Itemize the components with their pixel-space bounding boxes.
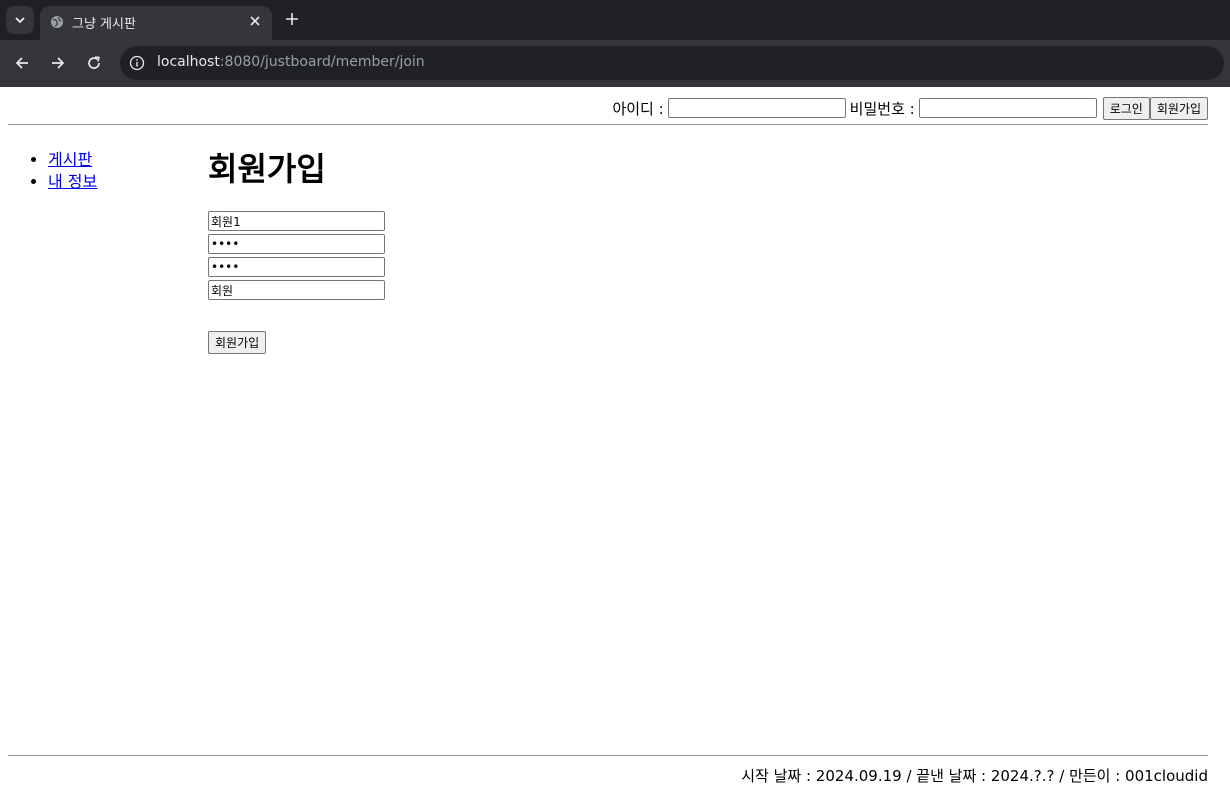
main-content: 회원가입 회원가입 xyxy=(208,147,385,354)
browser-tab[interactable]: 그냥 게시판 xyxy=(40,6,272,40)
footer-divider xyxy=(8,755,1208,756)
id-label: 아이디 : xyxy=(612,99,664,118)
name-input[interactable] xyxy=(208,280,385,300)
arrow-right-icon[interactable] xyxy=(47,52,69,74)
arrow-left-icon[interactable] xyxy=(11,52,33,74)
join-submit-button[interactable]: 회원가입 xyxy=(208,331,267,354)
footer-text: 시작 날짜 : 2024.09.19 / 끝낸 날짜 : 2024.?.? / … xyxy=(741,767,1208,785)
login-bar: 아이디 : 비밀번호 : 로그인 회원가입 xyxy=(608,96,1208,120)
nav-link-board[interactable]: 게시판 xyxy=(48,150,92,169)
side-nav: 게시판 내 정보 xyxy=(28,149,97,193)
login-button[interactable]: 로그인 xyxy=(1102,96,1150,120)
close-icon[interactable] xyxy=(246,12,264,30)
browser-toolbar: localhost:8080/justboard/member/join xyxy=(0,40,1230,87)
page-title: 회원가입 xyxy=(208,150,326,188)
info-icon[interactable] xyxy=(128,54,146,72)
reload-icon[interactable] xyxy=(83,52,105,74)
signup-button[interactable]: 회원가입 xyxy=(1149,96,1208,120)
url-host: localhost xyxy=(157,54,220,70)
tab-title: 그냥 게시판 xyxy=(72,17,136,32)
nav-link-my-info[interactable]: 내 정보 xyxy=(48,172,97,191)
url-text: localhost:8080/justboard/member/join xyxy=(157,54,425,70)
nav-item-board: 게시판 xyxy=(48,149,97,171)
chevron-down-icon[interactable] xyxy=(6,6,34,34)
password-field[interactable] xyxy=(208,234,385,254)
plus-icon[interactable] xyxy=(282,9,302,29)
username-input[interactable] xyxy=(208,211,385,231)
id-input[interactable] xyxy=(667,98,846,118)
header-divider xyxy=(8,124,1208,125)
page-content: 아이디 : 비밀번호 : 로그인 회원가입 게시판 내 정보 회원가입 회원가입… xyxy=(0,87,1230,793)
password-input[interactable] xyxy=(918,98,1097,118)
browser-tabstrip: 그냥 게시판 xyxy=(0,0,1230,40)
password-label: 비밀번호 : xyxy=(849,99,915,118)
url-path: :8080/justboard/member/join xyxy=(219,54,425,70)
address-bar[interactable]: localhost:8080/justboard/member/join xyxy=(120,46,1224,80)
join-form: 회원가입 xyxy=(208,211,385,354)
globe-icon xyxy=(50,14,64,28)
nav-item-my-info: 내 정보 xyxy=(48,171,97,193)
password-confirm-field[interactable] xyxy=(208,257,385,277)
